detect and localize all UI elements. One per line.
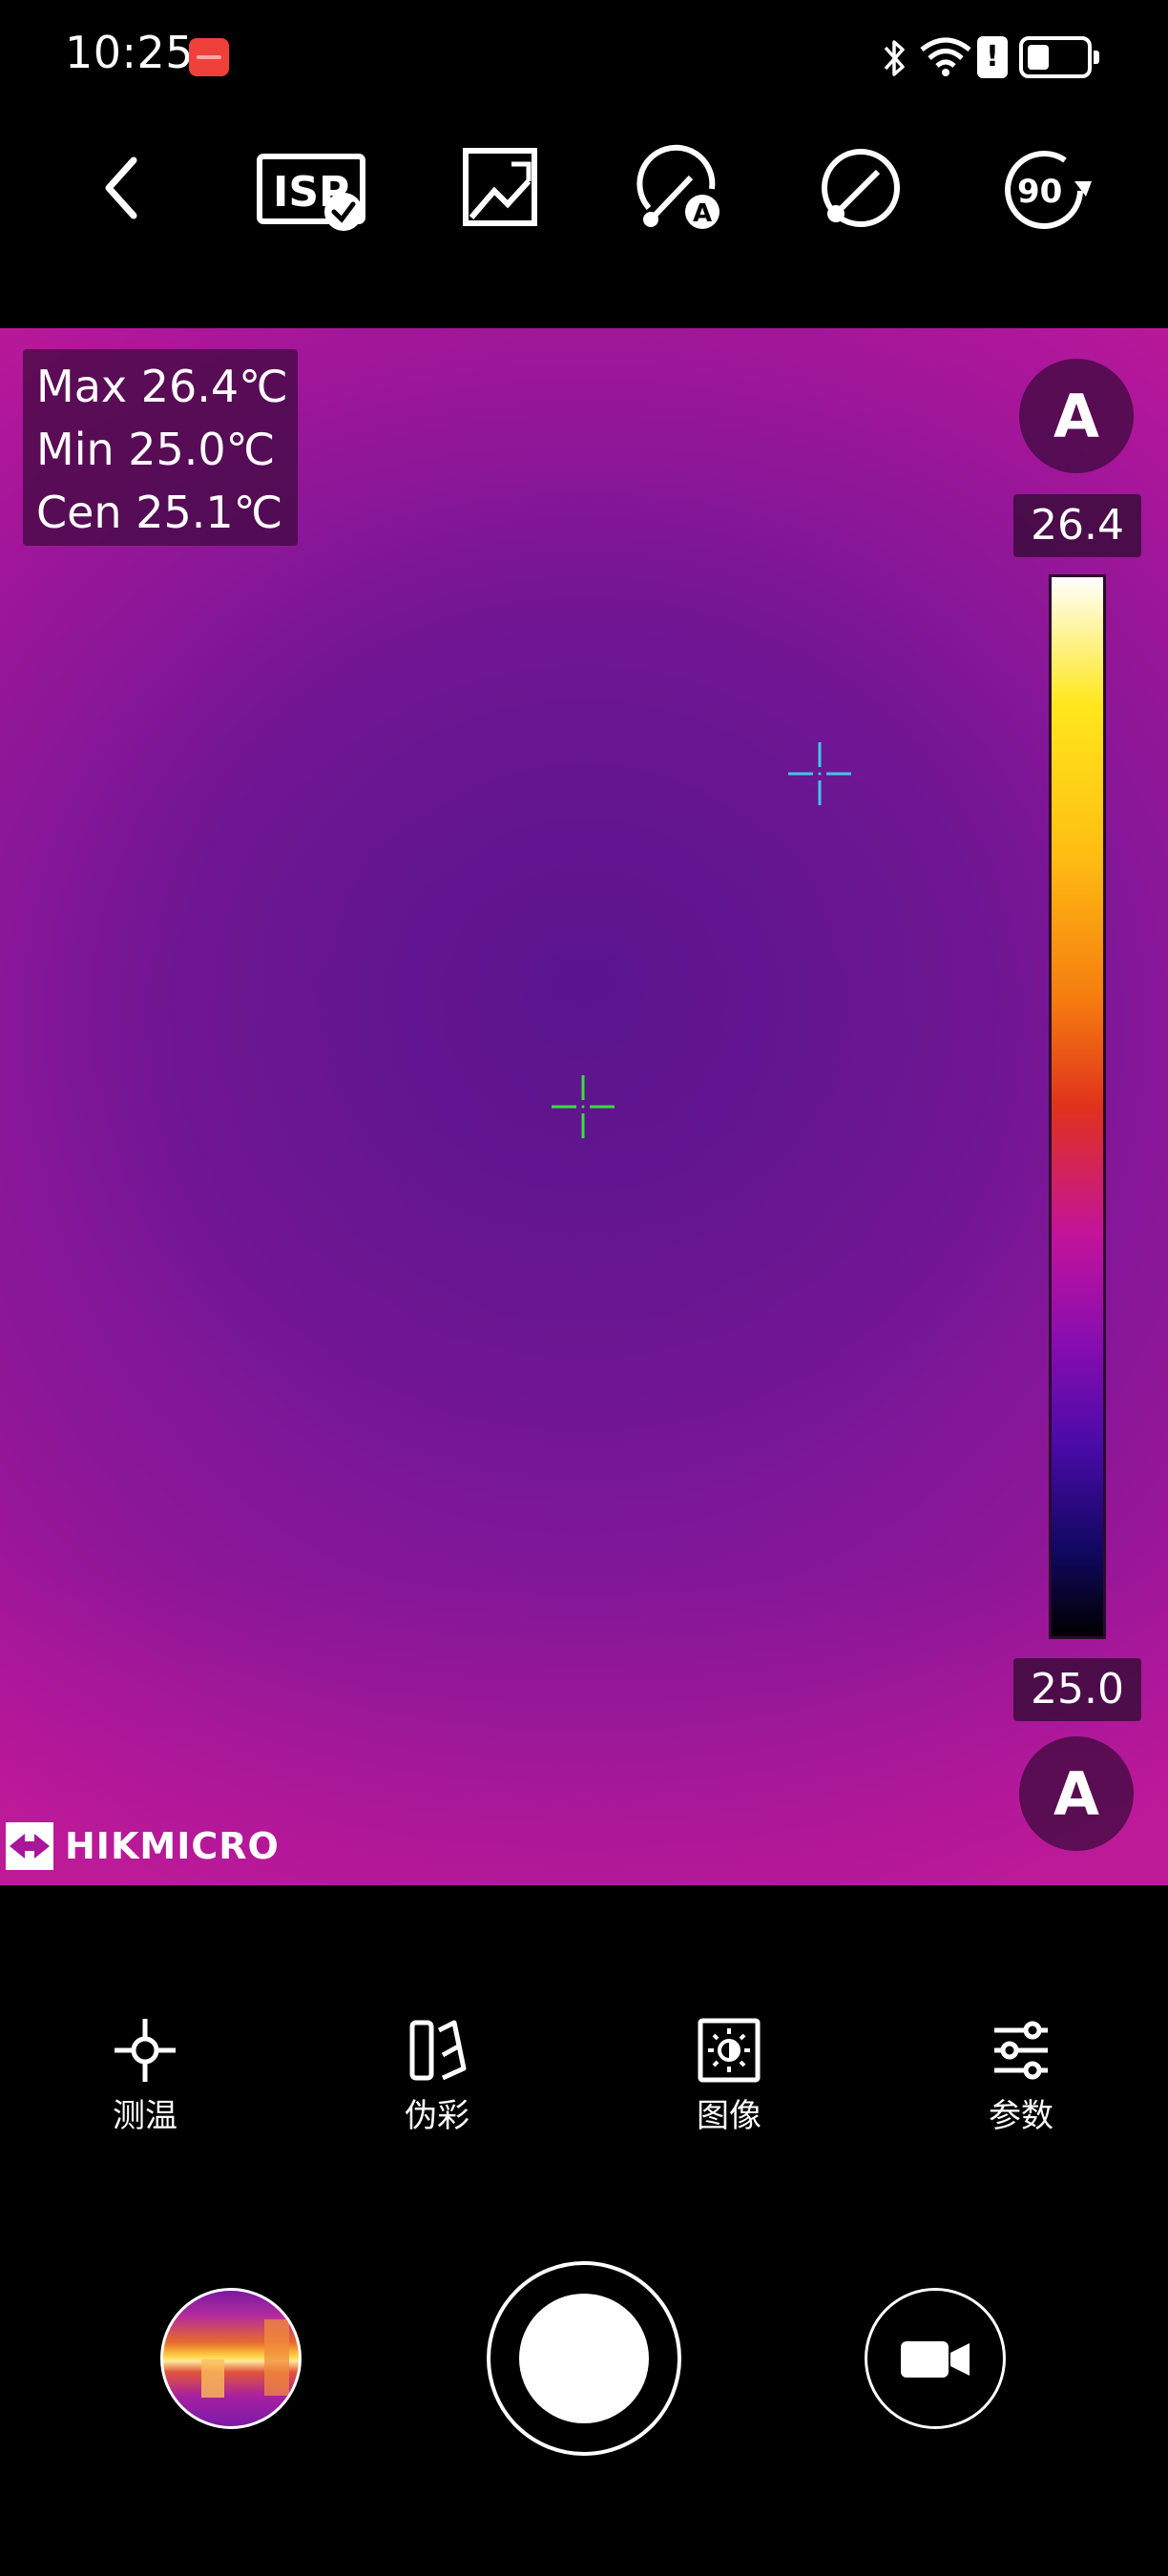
hikmicro-logo: HIKMICRO xyxy=(6,1822,280,1870)
measure-line-button[interactable] xyxy=(813,143,908,233)
video-mode-button[interactable] xyxy=(865,2288,1006,2429)
max-label: Max xyxy=(36,361,128,412)
gallery-thumbnail[interactable] xyxy=(160,2288,302,2429)
rotate-button[interactable]: 90 xyxy=(998,143,1094,233)
auto-measure-button[interactable]: A xyxy=(632,143,727,233)
gallery-button[interactable] xyxy=(452,143,548,233)
min-temp-readout: Min 25.0℃ xyxy=(36,418,284,481)
hikmicro-mark-icon xyxy=(6,1822,53,1870)
wifi-icon xyxy=(918,32,973,78)
scale-min-value: 25.0 xyxy=(1013,1658,1141,1721)
bluetooth-icon xyxy=(880,36,908,80)
tab-parameters-label: 参数 xyxy=(989,2097,1053,2135)
shutter-inner xyxy=(519,2294,649,2423)
palette-icon xyxy=(409,2020,467,2081)
temperature-readout-panel: Max 26.4℃ Min 25.0℃ Cen 25.1℃ xyxy=(23,349,298,546)
min-value: 25.0℃ xyxy=(128,424,276,475)
auto-min-label: A xyxy=(1053,1758,1099,1829)
tab-measure-label: 测温 xyxy=(113,2097,177,2135)
image-gallery-icon xyxy=(463,148,537,226)
isp-toggle-button[interactable]: ISP xyxy=(256,143,368,233)
image-brightness-icon xyxy=(698,2018,761,2083)
tab-measure[interactable]: 测温 xyxy=(69,2017,221,2141)
min-label: Min xyxy=(36,424,115,475)
auto-measure-icon: A xyxy=(636,144,720,229)
crosshair-measure-icon xyxy=(115,2019,176,2082)
tab-image[interactable]: 图像 xyxy=(653,2017,805,2141)
tab-image-label: 图像 xyxy=(697,2097,761,2135)
max-temp-crosshair xyxy=(788,742,851,805)
svg-text:A: A xyxy=(693,199,712,228)
battery-icon xyxy=(1019,36,1099,78)
measure-line-icon xyxy=(822,149,900,227)
status-time: 10:25 xyxy=(65,27,195,78)
max-temp-readout: Max 26.4℃ xyxy=(36,355,288,418)
scale-max-value: 26.4 xyxy=(1013,494,1141,557)
tab-palette-label: 伪彩 xyxy=(405,2097,469,2135)
isp-icon: ISP xyxy=(257,154,365,231)
max-value: 26.4℃ xyxy=(140,361,288,412)
rotate-label: 90 xyxy=(1017,173,1062,211)
tab-parameters[interactable]: 参数 xyxy=(945,2017,1097,2141)
auto-max-label: A xyxy=(1053,381,1099,451)
auto-min-button[interactable]: A xyxy=(1019,1736,1134,1851)
center-crosshair xyxy=(552,1075,615,1138)
center-value: 25.1℃ xyxy=(136,487,283,538)
huawei-app-icon xyxy=(189,38,229,76)
alert-icon: ! xyxy=(977,36,1008,78)
back-button[interactable] xyxy=(74,143,170,233)
shutter-button[interactable] xyxy=(487,2261,681,2456)
color-scale-bar xyxy=(1049,574,1106,1639)
tab-palette[interactable]: 伪彩 xyxy=(361,2017,513,2141)
center-label: Cen xyxy=(36,487,122,538)
back-icon xyxy=(105,156,137,219)
thermal-view[interactable]: Max 26.4℃ Min 25.0℃ Cen 25.1℃ HIKMICRO xyxy=(0,328,1168,1885)
auto-max-button[interactable]: A xyxy=(1019,359,1134,473)
center-temp-readout: Cen 25.1℃ xyxy=(36,481,284,544)
video-camera-icon xyxy=(901,2341,970,2378)
sliders-icon xyxy=(994,2021,1048,2080)
hikmicro-wordmark: HIKMICRO xyxy=(65,1825,280,1867)
rotate-90-icon: 90 xyxy=(1005,151,1092,229)
